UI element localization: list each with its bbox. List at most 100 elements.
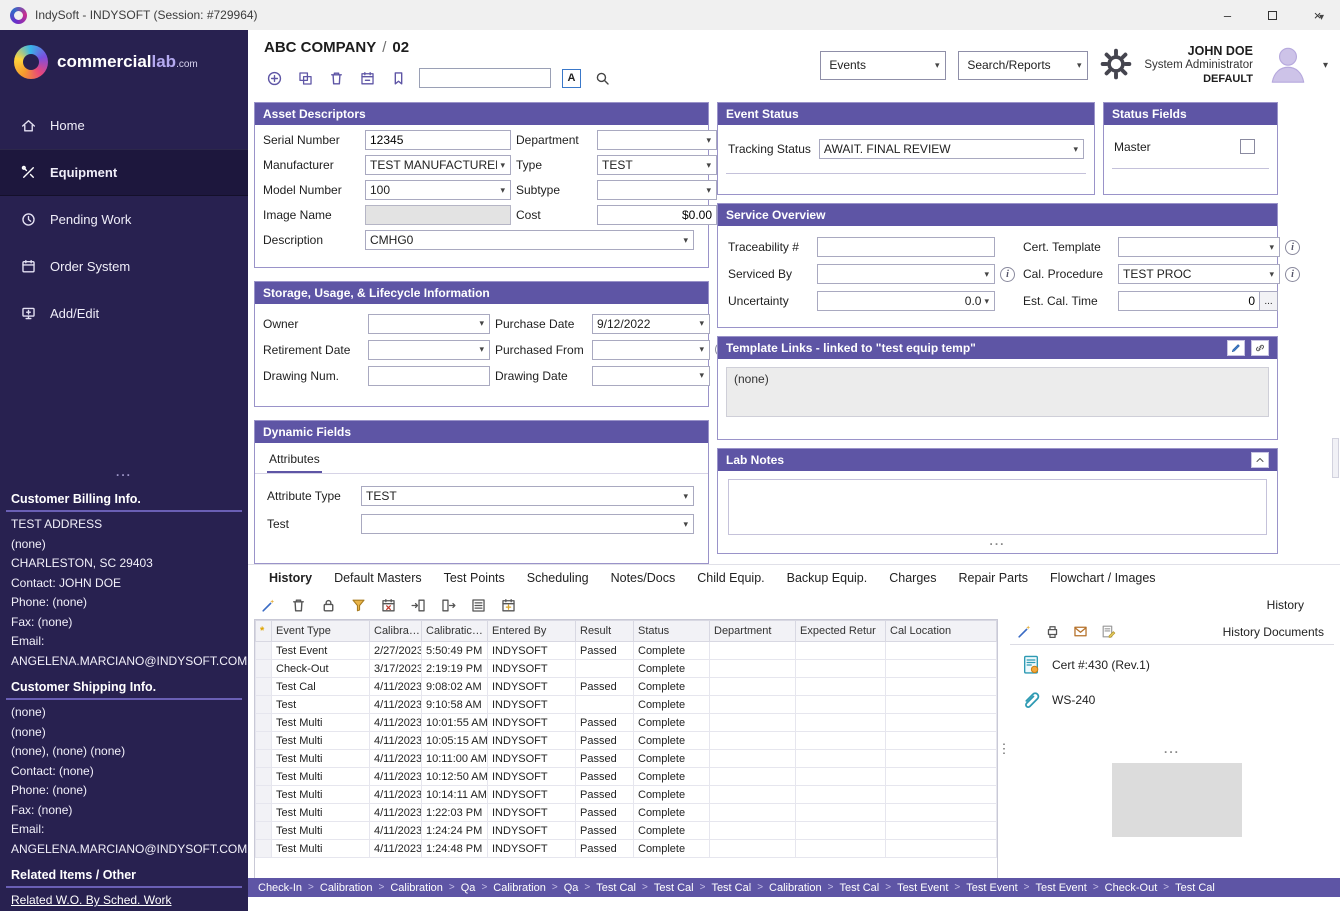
history-row[interactable]: Test Multi 4/11/2023 1:24:48 PM INDYSOFT… — [256, 840, 997, 858]
settings-button[interactable] — [1100, 48, 1132, 83]
workflow-step[interactable]: Calibration — [491, 882, 548, 894]
detail-tab[interactable]: Charges — [878, 567, 947, 591]
uncertainty-dropdown[interactable]: 0.0▾ — [817, 291, 995, 311]
document-item-attachment[interactable]: WS-240 — [1010, 680, 1334, 715]
history-row[interactable]: Test Multi 4/11/2023 10:12:50 AM INDYSOF… — [256, 768, 997, 786]
cert-template-dropdown[interactable]: ▾ — [1118, 237, 1280, 257]
add-record-button[interactable] — [264, 68, 284, 88]
est-cal-time-more-button[interactable]: ... — [1260, 291, 1278, 311]
link-template-button[interactable] — [1251, 340, 1269, 356]
events-dropdown[interactable]: Events ▾ — [820, 51, 946, 80]
history-row[interactable]: Test Multi 4/11/2023 10:05:15 AM INDYSOF… — [256, 732, 997, 750]
drawing-date-dropdown[interactable]: ▾ — [592, 366, 710, 386]
workflow-step[interactable]: Test Cal — [709, 882, 753, 894]
sidebar-item-order-system[interactable]: Order System — [0, 243, 248, 290]
delete-record-button[interactable] — [326, 68, 346, 88]
doc-tools-button[interactable] — [1016, 623, 1033, 640]
lab-notes-textarea[interactable] — [728, 479, 1267, 535]
delete-event-button[interactable] — [290, 597, 307, 614]
history-row[interactable]: Test Multi 4/11/2023 10:14:11 AM INDYSOF… — [256, 786, 997, 804]
serial-number-field[interactable] — [365, 130, 511, 150]
edit-note-button[interactable] — [1100, 623, 1117, 640]
detail-tab[interactable]: Backup Equip. — [776, 567, 879, 591]
history-row[interactable]: Check-Out 3/17/2023 2:19:19 PM INDYSOFT … — [256, 660, 997, 678]
import-button[interactable] — [410, 597, 427, 614]
workflow-step[interactable]: Test Cal — [594, 882, 638, 894]
sidebar-item-home[interactable]: Home — [0, 102, 248, 149]
cost-field[interactable] — [597, 205, 717, 225]
list-view-button[interactable] — [470, 597, 487, 614]
lock-event-button[interactable] — [320, 597, 337, 614]
history-row[interactable]: Test Multi 4/11/2023 10:01:55 AM INDYSOF… — [256, 714, 997, 732]
new-event-button[interactable] — [500, 597, 517, 614]
owner-dropdown[interactable]: ▾ — [368, 314, 490, 334]
cert-template-info-icon[interactable]: i — [1285, 240, 1300, 255]
test-attribute-dropdown[interactable]: ▾ — [361, 514, 694, 534]
vertical-scrollbar-thumb[interactable] — [1332, 438, 1339, 478]
sidebar-item-equipment[interactable]: Equipment — [0, 149, 248, 196]
email-button[interactable] — [1072, 623, 1089, 640]
tab-attributes[interactable]: Attributes — [267, 452, 322, 473]
column-header-status[interactable]: Status — [634, 621, 710, 642]
document-item-cert[interactable]: Cert #:430 (Rev.1) — [1010, 645, 1334, 680]
export-button[interactable] — [440, 597, 457, 614]
documents-splitter-handle[interactable]: ... — [1010, 743, 1334, 755]
column-header-cal-date[interactable]: Calibra… — [370, 621, 422, 642]
serviced-by-info-icon[interactable]: i — [1000, 267, 1015, 282]
column-header-cal-location[interactable]: Cal Location — [886, 621, 997, 642]
workflow-step[interactable]: Test Cal — [1173, 882, 1217, 894]
attribute-type-dropdown[interactable]: TEST▾ — [361, 486, 694, 506]
traceability-field[interactable] — [817, 237, 995, 257]
purchase-date-dropdown[interactable]: 9/12/2022▾ — [592, 314, 710, 334]
history-row[interactable]: Test Multi 4/11/2023 10:11:00 AM INDYSOF… — [256, 750, 997, 768]
workflow-step[interactable]: Calibration — [388, 882, 445, 894]
detail-tab[interactable]: Notes/Docs — [600, 567, 687, 591]
close-button[interactable]: × — [1295, 0, 1340, 30]
detail-tab[interactable]: History — [258, 567, 323, 591]
detail-tab[interactable]: Test Points — [433, 567, 516, 591]
filter-button[interactable] — [350, 597, 367, 614]
department-dropdown[interactable]: ▾ — [597, 130, 717, 150]
serviced-by-dropdown[interactable]: ▾ — [817, 264, 995, 284]
schedule-button[interactable] — [357, 68, 377, 88]
tabs-overflow-chevron[interactable]: ▾ — [1319, 12, 1324, 23]
column-header-result[interactable]: Result — [576, 621, 634, 642]
auto-search-button[interactable]: A — [562, 69, 581, 88]
print-button[interactable] — [1044, 623, 1061, 640]
column-header-cal-time[interactable]: Calibratic… — [422, 621, 488, 642]
history-row[interactable]: Test Multi 4/11/2023 1:22:03 PM INDYSOFT… — [256, 804, 997, 822]
user-avatar[interactable] — [1265, 41, 1311, 90]
tools-button[interactable] — [260, 597, 277, 614]
workflow-step[interactable]: Test Cal — [652, 882, 696, 894]
detail-tab[interactable]: Default Masters — [323, 567, 433, 591]
workflow-step[interactable]: Calibration — [767, 882, 824, 894]
history-row[interactable]: Test 4/11/2023 9:10:58 AM INDYSOFT Compl… — [256, 696, 997, 714]
tracking-status-dropdown[interactable]: AWAIT. FINAL REVIEW▾ — [819, 139, 1084, 159]
detail-tab[interactable]: Scheduling — [516, 567, 600, 591]
workflow-step[interactable]: Qa — [459, 882, 478, 894]
manufacturer-dropdown[interactable]: TEST MANUFACTURER▾ — [365, 155, 511, 175]
search-reports-dropdown[interactable]: Search/Reports ▾ — [958, 51, 1088, 80]
description-dropdown[interactable]: CMHG0▾ — [365, 230, 694, 250]
detail-tab[interactable]: Repair Parts — [947, 567, 1038, 591]
workflow-step[interactable]: Test Event — [1033, 882, 1088, 894]
history-row[interactable]: Test Multi 4/11/2023 1:24:24 PM INDYSOFT… — [256, 822, 997, 840]
collapse-lab-notes-button[interactable] — [1251, 452, 1269, 468]
workflow-step[interactable]: Check-In — [256, 882, 304, 894]
cal-procedure-info-icon[interactable]: i — [1285, 267, 1300, 282]
history-row[interactable]: Test Cal 4/11/2023 9:08:02 AM INDYSOFT P… — [256, 678, 997, 696]
minimize-button[interactable]: – — [1205, 0, 1250, 30]
sidebar-item-add-edit[interactable]: Add/Edit — [0, 290, 248, 337]
retirement-date-dropdown[interactable]: ▾ — [368, 340, 490, 360]
workflow-step[interactable]: Check-Out — [1103, 882, 1160, 894]
column-header-event-type[interactable]: Event Type — [272, 621, 370, 642]
model-number-dropdown[interactable]: 100▾ — [365, 180, 511, 200]
quick-search-input[interactable] — [419, 68, 551, 88]
est-cal-time-field[interactable] — [1118, 291, 1260, 311]
drawing-num-field[interactable] — [368, 366, 490, 386]
clone-record-button[interactable] — [295, 68, 315, 88]
history-row[interactable]: Test Event 2/27/2023 5:50:49 PM INDYSOFT… — [256, 642, 997, 660]
master-checkbox[interactable] — [1240, 139, 1255, 154]
sidebar-collapse-handle[interactable]: ... — [0, 467, 248, 483]
column-header-entered-by[interactable]: Entered By — [488, 621, 576, 642]
